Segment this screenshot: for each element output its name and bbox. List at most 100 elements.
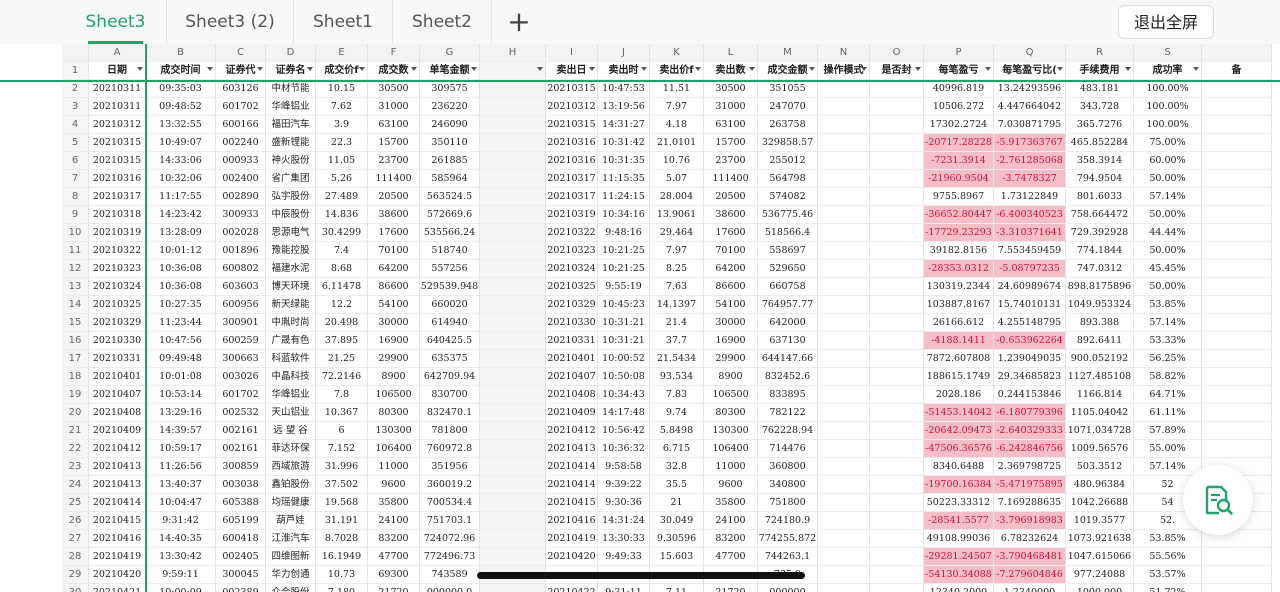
data-cell[interactable] xyxy=(1202,440,1271,458)
data-cell[interactable]: 20210412 xyxy=(89,440,145,458)
data-cell[interactable] xyxy=(1202,170,1271,188)
data-cell[interactable] xyxy=(818,170,869,188)
data-cell[interactable]: 13:29:16 xyxy=(146,404,215,422)
data-cell[interactable]: 236220 xyxy=(420,98,479,116)
data-cell[interactable]: 10:56:42 xyxy=(598,422,649,440)
data-cell[interactable]: 63100 xyxy=(368,116,419,134)
data-cell[interactable] xyxy=(480,242,545,260)
data-cell[interactable] xyxy=(870,440,923,458)
data-cell[interactable]: 西域旅游 xyxy=(266,458,315,476)
data-cell[interactable]: 747.0312 xyxy=(1066,260,1133,278)
data-cell[interactable]: 600166 xyxy=(216,116,265,134)
data-cell[interactable] xyxy=(818,458,869,476)
data-cell[interactable]: 天山铝业 xyxy=(266,404,315,422)
data-cell[interactable]: 255012 xyxy=(758,152,817,170)
data-cell[interactable] xyxy=(818,134,869,152)
data-cell[interactable]: 80300 xyxy=(704,404,757,422)
data-cell[interactable] xyxy=(818,206,869,224)
data-cell[interactable] xyxy=(818,80,869,98)
data-cell[interactable]: 564798 xyxy=(758,170,817,188)
data-cell[interactable]: -20717.28228 xyxy=(924,134,993,152)
data-cell[interactable]: 20210322 xyxy=(546,224,597,242)
data-cell[interactable]: 1073.921638 xyxy=(1066,530,1133,548)
data-cell[interactable] xyxy=(480,368,545,386)
data-cell[interactable]: 343.728 xyxy=(1066,98,1133,116)
data-cell[interactable] xyxy=(480,296,545,314)
data-cell[interactable]: 1127.485108 xyxy=(1066,368,1133,386)
data-cell[interactable]: 江淮汽车 xyxy=(266,530,315,548)
data-cell[interactable] xyxy=(870,134,923,152)
filter-dropdown-icon[interactable] xyxy=(537,67,543,71)
data-cell[interactable]: 20210414 xyxy=(546,458,597,476)
data-cell[interactable] xyxy=(870,188,923,206)
data-cell[interactable] xyxy=(480,548,545,566)
data-cell[interactable]: 365.7276 xyxy=(1066,116,1133,134)
data-cell[interactable]: 329858.57 xyxy=(758,134,817,152)
data-cell[interactable]: 20210319 xyxy=(546,206,597,224)
filter-dropdown-icon[interactable] xyxy=(1125,67,1131,71)
data-cell[interactable]: 6.11478 xyxy=(316,278,367,296)
data-cell[interactable]: 6.715 xyxy=(650,440,703,458)
data-cell[interactable]: 思源电气 xyxy=(266,224,315,242)
column-letter-header[interactable]: C xyxy=(216,44,265,62)
data-cell[interactable] xyxy=(480,458,545,476)
data-cell[interactable]: 898.8175896 xyxy=(1066,278,1133,296)
data-cell[interactable] xyxy=(480,116,545,134)
data-cell[interactable]: 49108.99036 xyxy=(924,530,993,548)
data-cell[interactable] xyxy=(480,512,545,530)
data-cell[interactable]: 9:48:16 xyxy=(598,224,649,242)
column-header-cell[interactable]: 证券代 xyxy=(216,62,265,80)
data-cell[interactable] xyxy=(1202,206,1271,224)
data-cell[interactable]: 75.00% xyxy=(1134,134,1201,152)
data-cell[interactable]: 盛新锂能 xyxy=(266,134,315,152)
data-cell[interactable]: 10:59:17 xyxy=(146,440,215,458)
data-cell[interactable]: 002161 xyxy=(216,422,265,440)
data-cell[interactable]: 53.85% xyxy=(1134,296,1201,314)
data-cell[interactable]: 豫能控股 xyxy=(266,242,315,260)
data-cell[interactable]: 09:35:03 xyxy=(146,80,215,98)
data-cell[interactable]: 四维图新 xyxy=(266,548,315,566)
data-cell[interactable] xyxy=(818,152,869,170)
data-cell[interactable]: 9:55:19 xyxy=(598,278,649,296)
data-cell[interactable]: 远 望 谷 xyxy=(266,422,315,440)
data-cell[interactable]: 20210316 xyxy=(89,170,145,188)
data-cell[interactable] xyxy=(480,404,545,422)
data-cell[interactable]: 20210413 xyxy=(89,458,145,476)
data-cell[interactable]: 13.9061 xyxy=(650,206,703,224)
data-cell[interactable]: 833895 xyxy=(758,386,817,404)
data-cell[interactable]: 20210330 xyxy=(546,314,597,332)
data-cell[interactable]: 19.568 xyxy=(316,494,367,512)
data-cell[interactable]: 358.3914 xyxy=(1066,152,1133,170)
data-cell[interactable]: 20210401 xyxy=(546,350,597,368)
data-cell[interactable]: 700534.4 xyxy=(420,494,479,512)
data-cell[interactable]: 20210316 xyxy=(546,134,597,152)
data-cell[interactable] xyxy=(480,350,545,368)
data-cell[interactable]: 44.44% xyxy=(1134,224,1201,242)
data-cell[interactable]: -3.7478327 xyxy=(994,170,1065,188)
data-cell[interactable]: 福田汽车 xyxy=(266,116,315,134)
horizontal-scrollbar[interactable] xyxy=(477,572,805,579)
column-letter-header[interactable]: I xyxy=(546,44,597,62)
data-cell[interactable]: 557256 xyxy=(420,260,479,278)
data-cell[interactable]: 893.388 xyxy=(1066,314,1133,332)
filter-dropdown-icon[interactable] xyxy=(1057,67,1063,71)
data-cell[interactable]: 20500 xyxy=(704,188,757,206)
data-cell[interactable]: 483.181 xyxy=(1066,80,1133,98)
data-cell[interactable] xyxy=(870,512,923,530)
column-letter-header[interactable]: B xyxy=(146,44,215,62)
data-cell[interactable]: 21.25 xyxy=(316,350,367,368)
row-number[interactable]: 22 xyxy=(62,440,88,458)
data-cell[interactable]: -4188.1411 xyxy=(924,332,993,350)
data-cell[interactable]: -6.400340523 xyxy=(994,206,1065,224)
data-cell[interactable]: 华力创通 xyxy=(266,566,315,584)
data-cell[interactable]: 29.34685823 xyxy=(994,368,1065,386)
exit-fullscreen-button[interactable]: 退出全屏 xyxy=(1118,5,1214,39)
data-cell[interactable]: 20210420 xyxy=(89,566,145,584)
filter-dropdown-icon[interactable] xyxy=(359,67,365,71)
data-cell[interactable]: 758.664472 xyxy=(1066,206,1133,224)
data-cell[interactable]: 003038 xyxy=(216,476,265,494)
data-cell[interactable]: 14:40:35 xyxy=(146,530,215,548)
data-cell[interactable]: 10:36:32 xyxy=(598,440,649,458)
data-cell[interactable]: 106500 xyxy=(368,386,419,404)
data-cell[interactable]: 20210415 xyxy=(546,494,597,512)
